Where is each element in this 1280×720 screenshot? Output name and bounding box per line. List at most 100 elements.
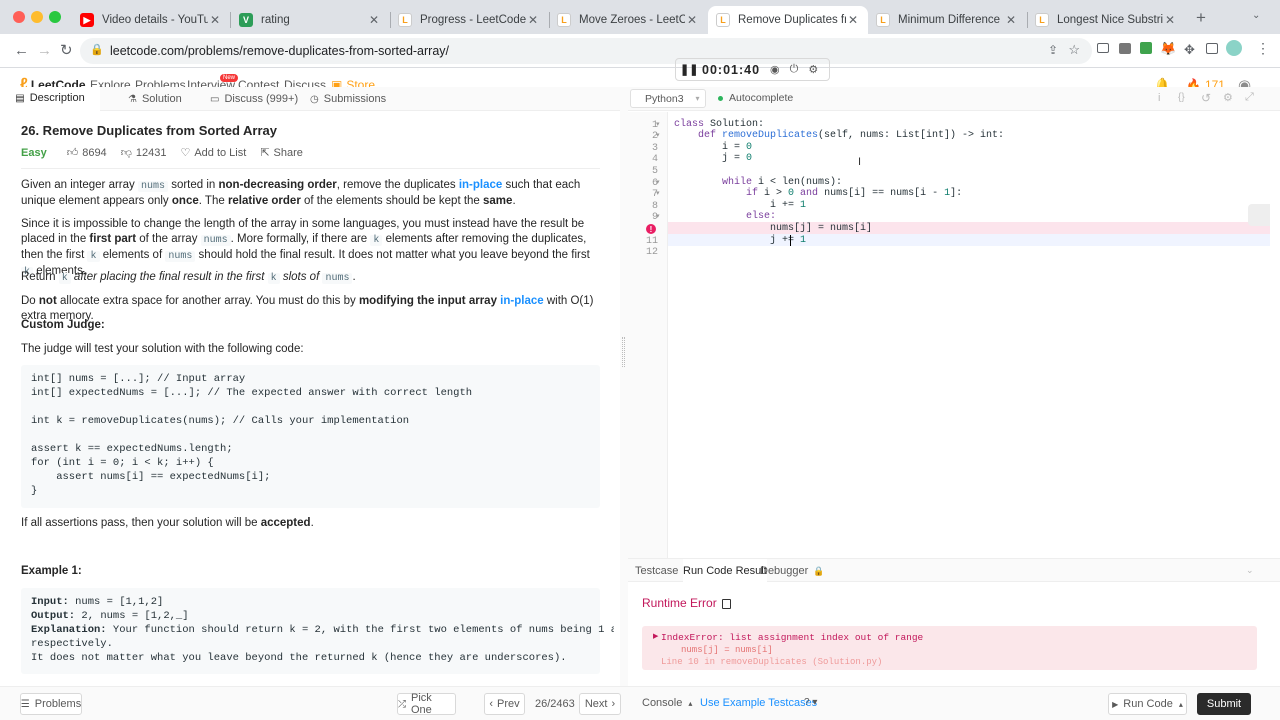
share-button[interactable]: Share	[274, 147, 303, 159]
close-tab-icon[interactable]: ✕	[1163, 13, 1177, 27]
text-segment: should hold the final result. It does no…	[195, 249, 590, 261]
leetcode-icon: L	[557, 13, 571, 27]
browser-tab[interactable]: L Minimum Difference Between ✕	[868, 6, 1026, 34]
zoom-window-button[interactable]	[49, 11, 61, 23]
back-icon[interactable]: ←	[14, 42, 29, 59]
metamask-icon[interactable]: 🦊	[1160, 41, 1176, 57]
camera-icon[interactable]	[1119, 43, 1131, 54]
tab-testcase[interactable]: Testcase	[635, 559, 678, 583]
text-segment[interactable]: in-place	[500, 295, 543, 307]
error-title: IndexError: list assignment index out of…	[661, 632, 924, 643]
mail-icon[interactable]	[1097, 43, 1109, 53]
settings-icon[interactable]: ⚙	[1223, 91, 1233, 104]
forward-icon[interactable]: →	[37, 42, 52, 59]
tab-submissions[interactable]: ◷ Submissions	[310, 87, 386, 111]
expand-arrow-icon[interactable]: ▶	[653, 632, 658, 640]
fold-arrow-icon[interactable]: ▾	[656, 189, 660, 197]
text-segment: (self, nums: List[int]) -> int:	[818, 130, 1005, 141]
dislike-icon[interactable]: 👎︎	[121, 146, 132, 159]
code-braces-icon[interactable]: {}	[1178, 92, 1185, 103]
browser-tab[interactable]: L Progress - LeetCode ✕	[390, 6, 548, 34]
reload-icon[interactable]: ↻	[60, 41, 73, 59]
minimize-window-button[interactable]	[31, 11, 43, 23]
close-tab-icon[interactable]: ✕	[846, 13, 860, 27]
submit-button[interactable]: Submit	[1197, 693, 1251, 715]
pause-icon[interactable]: ❚❚	[680, 63, 698, 76]
menu-kebab-icon[interactable]: ⋮	[1256, 40, 1270, 57]
run-code-button[interactable]: ▶ Run Code ▴	[1108, 693, 1187, 715]
text-segment: nums = [1,1,2]	[68, 596, 164, 608]
use-example-testcases-link[interactable]: Use Example Testcases	[700, 697, 817, 709]
error-code-line: nums[j] = nums[i]	[681, 645, 773, 655]
pick-one-button[interactable]: ⤮ Pick One	[397, 692, 456, 716]
flask-icon: ⚗	[128, 93, 137, 105]
bottom-bar: ☰ Problems ⤮ Pick One ‹ Prev 26/2463 Nex…	[0, 686, 1280, 720]
tab-run-code-result[interactable]: Run Code Result	[683, 559, 767, 583]
text-segment[interactable]: in-place	[459, 179, 502, 191]
line-number: 6	[651, 178, 658, 189]
tab-description[interactable]: ▤ Description	[0, 87, 100, 111]
fold-arrow-icon[interactable]: ▾	[656, 178, 660, 186]
bookmark-star-icon[interactable]: ☆	[1068, 42, 1080, 58]
tab-discuss[interactable]: ▭ Discuss (999+)	[210, 87, 298, 111]
browser-tab[interactable]: V rating ✕	[231, 6, 389, 34]
problem-description: 26. Remove Duplicates from Sorted Array …	[0, 112, 614, 686]
tab-solution[interactable]: ⚗ Solution	[128, 87, 182, 111]
close-tab-icon[interactable]: ✕	[208, 13, 222, 27]
power-icon[interactable]: ⏻	[790, 63, 799, 76]
address-toolbar: ← → ↻ 🔒 leetcode.com/problems/remove-dup…	[0, 34, 1280, 68]
browser-tab[interactable]: L Move Zeroes - LeetCode ✕	[549, 6, 707, 34]
copy-icon[interactable]	[722, 599, 731, 609]
fold-arrow-icon[interactable]: ▾	[656, 131, 660, 139]
browser-tab[interactable]: ▶ Video details - YouTube Studio ✕	[72, 6, 230, 34]
tab-search-icon[interactable]: ⌄	[1252, 10, 1260, 21]
text-segment: .	[310, 517, 314, 529]
line-number: 12	[645, 247, 658, 258]
extensions-puzzle-icon[interactable]: ✥	[1184, 42, 1195, 58]
next-button[interactable]: Next ›	[579, 693, 621, 715]
extension-green-icon[interactable]	[1140, 42, 1152, 54]
add-to-list-button[interactable]: Add to List	[194, 147, 246, 159]
language-select[interactable]: Python3 ▾	[630, 89, 706, 108]
console-toggle[interactable]: Console ▴	[642, 697, 692, 709]
fullscreen-icon[interactable]: ⤢	[1245, 91, 1254, 104]
reset-icon[interactable]: ↺	[1201, 91, 1211, 105]
new-tab-icon[interactable]: +	[1196, 8, 1206, 28]
text-segment: nums	[137, 181, 168, 192]
close-tab-icon[interactable]: ✕	[685, 13, 699, 27]
side-tab[interactable]	[1248, 204, 1270, 226]
eye-icon[interactable]: ◉	[770, 63, 780, 76]
drag-handle-icon[interactable]	[622, 337, 625, 367]
autocomplete-toggle[interactable]: Autocomplete	[718, 92, 793, 104]
close-tab-icon[interactable]: ✕	[526, 13, 540, 27]
profile-avatar[interactable]	[1226, 40, 1242, 56]
close-tab-icon[interactable]: ✕	[1004, 13, 1018, 27]
text-segment: first part	[89, 233, 137, 245]
error-marker-icon[interactable]: !	[646, 224, 656, 234]
close-tab-icon[interactable]: ✕	[367, 13, 381, 27]
fold-arrow-icon[interactable]: ▾	[656, 120, 660, 128]
prev-button[interactable]: ‹ Prev	[484, 693, 525, 715]
chevron-down-icon[interactable]: ⌄	[1246, 565, 1254, 576]
text-segment: Your function should return k = 2, with …	[106, 624, 614, 636]
tab-debugger[interactable]: Debugger 🔒	[760, 559, 825, 583]
text-segment: ]:	[950, 188, 963, 199]
browser-tab-active[interactable]: L Remove Duplicates from Sorted ✕	[708, 6, 868, 34]
text-segment: nums	[165, 251, 196, 262]
fold-arrow-icon[interactable]: ▾	[656, 212, 660, 220]
help-icon[interactable]: ? ▾	[804, 697, 817, 708]
text-segment: of the array	[136, 233, 201, 245]
problems-button[interactable]: ☰ Problems	[20, 693, 82, 715]
url-bar[interactable]: 🔒 leetcode.com/problems/remove-duplicate…	[80, 38, 1092, 64]
info-icon[interactable]: i	[1158, 92, 1160, 104]
text-caret	[790, 235, 791, 246]
like-icon[interactable]: 👍︎	[67, 146, 79, 159]
timer-widget: ❚❚ 00:01:40 ◉ ⏻ ⚙	[675, 58, 830, 81]
close-window-button[interactable]	[13, 11, 25, 23]
share-page-icon[interactable]: ⇪	[1048, 43, 1058, 57]
sidebar-icon[interactable]	[1206, 43, 1218, 54]
browser-tab[interactable]: L Longest Nice Substring - Leet ✕	[1027, 6, 1185, 34]
settings-icon[interactable]: ⚙	[808, 63, 818, 76]
pane-divider[interactable]	[620, 87, 628, 686]
code-line: nums[j] = nums[i]	[674, 223, 872, 234]
